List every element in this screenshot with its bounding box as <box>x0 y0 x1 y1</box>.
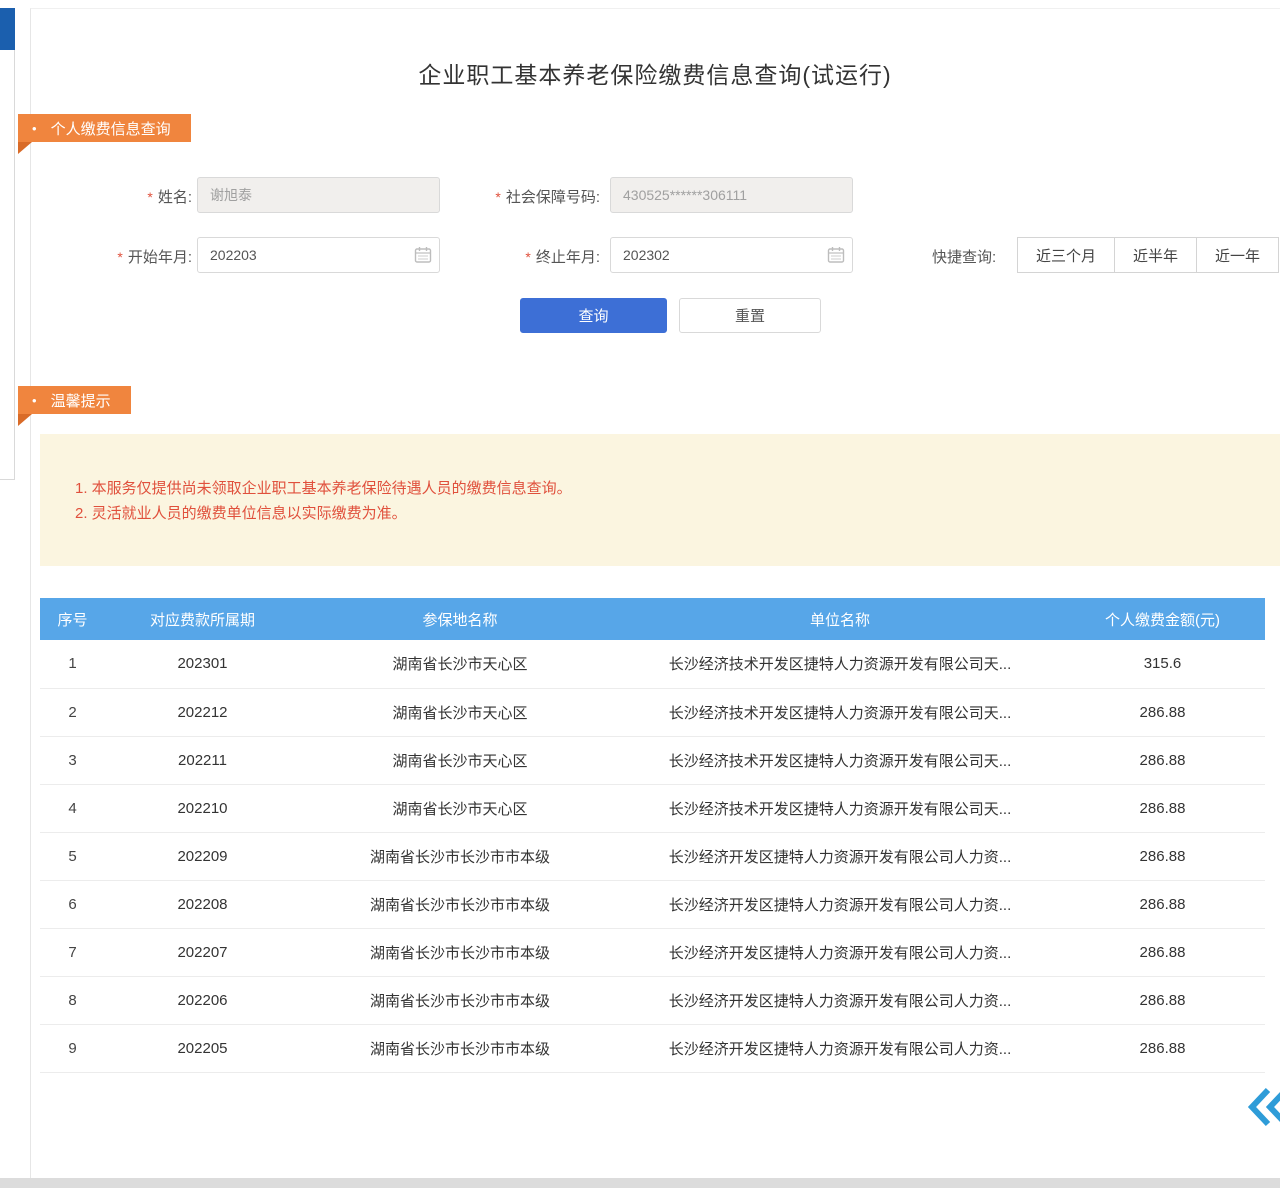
payment-table: 序号 对应费款所属期 参保地名称 单位名称 个人缴费金额(元) 1 202301… <box>40 598 1265 1073</box>
quick-range-button[interactable]: 近一年 <box>1196 237 1279 273</box>
ssn-label: *社会保障号码: <box>455 186 600 207</box>
cell-employer: 长沙经济开发区捷特人力资源开发有限公司人力资... <box>620 976 1060 1024</box>
cell-period: 202210 <box>105 784 300 832</box>
quick-range-button[interactable]: 近三个月 <box>1017 237 1115 273</box>
table-row: 3 202211 湖南省长沙市天心区 长沙经济技术开发区捷特人力资源开发有限公司… <box>40 736 1265 784</box>
cell-index: 8 <box>40 976 105 1024</box>
query-button[interactable]: 查询 <box>520 298 667 333</box>
cell-employer: 长沙经济技术开发区捷特人力资源开发有限公司天... <box>620 640 1060 688</box>
quick-query-group: 近三个月 近半年 近一年 <box>1018 237 1279 273</box>
cell-index: 1 <box>40 640 105 688</box>
cell-employer: 长沙经济技术开发区捷特人力资源开发有限公司天... <box>620 736 1060 784</box>
name-label: *姓名: <box>70 186 192 207</box>
cell-region: 湖南省长沙市长沙市市本级 <box>300 976 620 1024</box>
cell-region: 湖南省长沙市长沙市市本级 <box>300 832 620 880</box>
col-header-amount: 个人缴费金额(元) <box>1060 598 1265 640</box>
required-asterisk: * <box>117 249 122 265</box>
cell-amount: 286.88 <box>1060 928 1265 976</box>
required-asterisk: * <box>147 189 152 205</box>
ssn-input[interactable] <box>610 177 853 213</box>
table-row: 6 202208 湖南省长沙市长沙市市本级 长沙经济开发区捷特人力资源开发有限公… <box>40 880 1265 928</box>
cell-period: 202207 <box>105 928 300 976</box>
col-header-period: 对应费款所属期 <box>105 598 300 640</box>
cell-region: 湖南省长沙市天心区 <box>300 688 620 736</box>
bullet-icon: • <box>32 121 37 136</box>
cell-amount: 286.88 <box>1060 880 1265 928</box>
col-header-region: 参保地名称 <box>300 598 620 640</box>
tip-line: 2. 灵活就业人员的缴费单位信息以实际缴费为准。 <box>75 501 1280 526</box>
cell-region: 湖南省长沙市天心区 <box>300 640 620 688</box>
cell-amount: 315.6 <box>1060 640 1265 688</box>
start-month-label: *开始年月: <box>70 246 192 267</box>
quick-range-button[interactable]: 近半年 <box>1114 237 1197 273</box>
cell-index: 6 <box>40 880 105 928</box>
cell-period: 202209 <box>105 832 300 880</box>
quick-query-label: 快捷查询: <box>932 246 996 267</box>
cell-amount: 286.88 <box>1060 976 1265 1024</box>
cell-period: 202206 <box>105 976 300 1024</box>
notice-box: 1. 本服务仅提供尚未领取企业职工基本养老保险待遇人员的缴费信息查询。 2. 灵… <box>40 434 1280 566</box>
col-header-index: 序号 <box>40 598 105 640</box>
page-title: 企业职工基本养老保险缴费信息查询(试运行) <box>30 56 1280 90</box>
sidebar-accent-tab[interactable] <box>0 8 15 50</box>
cell-index: 4 <box>40 784 105 832</box>
cell-employer: 长沙经济技术开发区捷特人力资源开发有限公司天... <box>620 688 1060 736</box>
cell-amount: 286.88 <box>1060 1024 1265 1072</box>
end-month-label: *终止年月: <box>478 246 600 267</box>
name-input[interactable] <box>197 177 440 213</box>
table-row: 1 202301 湖南省长沙市天心区 长沙经济技术开发区捷特人力资源开发有限公司… <box>40 640 1265 688</box>
cell-amount: 286.88 <box>1060 784 1265 832</box>
bullet-icon: • <box>32 393 37 408</box>
cell-region: 湖南省长沙市长沙市市本级 <box>300 928 620 976</box>
table-row: 9 202205 湖南省长沙市长沙市市本级 长沙经济开发区捷特人力资源开发有限公… <box>40 1024 1265 1072</box>
cell-region: 湖南省长沙市长沙市市本级 <box>300 1024 620 1072</box>
cell-period: 202211 <box>105 736 300 784</box>
cell-period: 202208 <box>105 880 300 928</box>
cell-amount: 286.88 <box>1060 832 1265 880</box>
section-badge-tips: • 温馨提示 <box>18 386 131 414</box>
cell-employer: 长沙经济开发区捷特人力资源开发有限公司人力资... <box>620 880 1060 928</box>
end-month-input[interactable] <box>610 237 853 273</box>
end-month-field <box>610 237 853 273</box>
reset-button[interactable]: 重置 <box>679 298 821 333</box>
cell-region: 湖南省长沙市长沙市市本级 <box>300 880 620 928</box>
required-asterisk: * <box>495 189 500 205</box>
cell-region: 湖南省长沙市天心区 <box>300 784 620 832</box>
cell-period: 202212 <box>105 688 300 736</box>
section-badge-personal-query: • 个人缴费信息查询 <box>18 114 191 142</box>
table-body: 1 202301 湖南省长沙市天心区 长沙经济技术开发区捷特人力资源开发有限公司… <box>40 640 1265 1072</box>
bottom-edge-bar <box>0 1178 1280 1188</box>
cell-region: 湖南省长沙市天心区 <box>300 736 620 784</box>
tip-line: 1. 本服务仅提供尚未领取企业职工基本养老保险待遇人员的缴费信息查询。 <box>75 476 1280 501</box>
table-row: 4 202210 湖南省长沙市天心区 长沙经济技术开发区捷特人力资源开发有限公司… <box>40 784 1265 832</box>
table-row: 7 202207 湖南省长沙市长沙市市本级 长沙经济开发区捷特人力资源开发有限公… <box>40 928 1265 976</box>
cell-index: 2 <box>40 688 105 736</box>
calendar-icon[interactable] <box>414 246 432 264</box>
required-asterisk: * <box>525 249 530 265</box>
section-badge-label: 个人缴费信息查询 <box>51 118 171 139</box>
cell-period: 202205 <box>105 1024 300 1072</box>
collapse-panel-icon[interactable] <box>1248 1084 1280 1130</box>
table-row: 5 202209 湖南省长沙市长沙市市本级 长沙经济开发区捷特人力资源开发有限公… <box>40 832 1265 880</box>
col-header-employer: 单位名称 <box>620 598 1060 640</box>
start-month-input[interactable] <box>197 237 440 273</box>
cell-period: 202301 <box>105 640 300 688</box>
collapsed-sidebar <box>0 8 15 480</box>
cell-index: 5 <box>40 832 105 880</box>
cell-amount: 286.88 <box>1060 736 1265 784</box>
cell-employer: 长沙经济开发区捷特人力资源开发有限公司人力资... <box>620 928 1060 976</box>
cell-index: 3 <box>40 736 105 784</box>
table-header: 序号 对应费款所属期 参保地名称 单位名称 个人缴费金额(元) <box>40 598 1265 640</box>
table-row: 2 202212 湖南省长沙市天心区 长沙经济技术开发区捷特人力资源开发有限公司… <box>40 688 1265 736</box>
cell-employer: 长沙经济开发区捷特人力资源开发有限公司人力资... <box>620 832 1060 880</box>
cell-index: 9 <box>40 1024 105 1072</box>
cell-amount: 286.88 <box>1060 688 1265 736</box>
calendar-icon[interactable] <box>827 246 845 264</box>
cell-index: 7 <box>40 928 105 976</box>
cell-employer: 长沙经济开发区捷特人力资源开发有限公司人力资... <box>620 1024 1060 1072</box>
section-badge-label: 温馨提示 <box>51 390 111 411</box>
table-row: 8 202206 湖南省长沙市长沙市市本级 长沙经济开发区捷特人力资源开发有限公… <box>40 976 1265 1024</box>
cell-employer: 长沙经济技术开发区捷特人力资源开发有限公司天... <box>620 784 1060 832</box>
start-month-field <box>197 237 440 273</box>
